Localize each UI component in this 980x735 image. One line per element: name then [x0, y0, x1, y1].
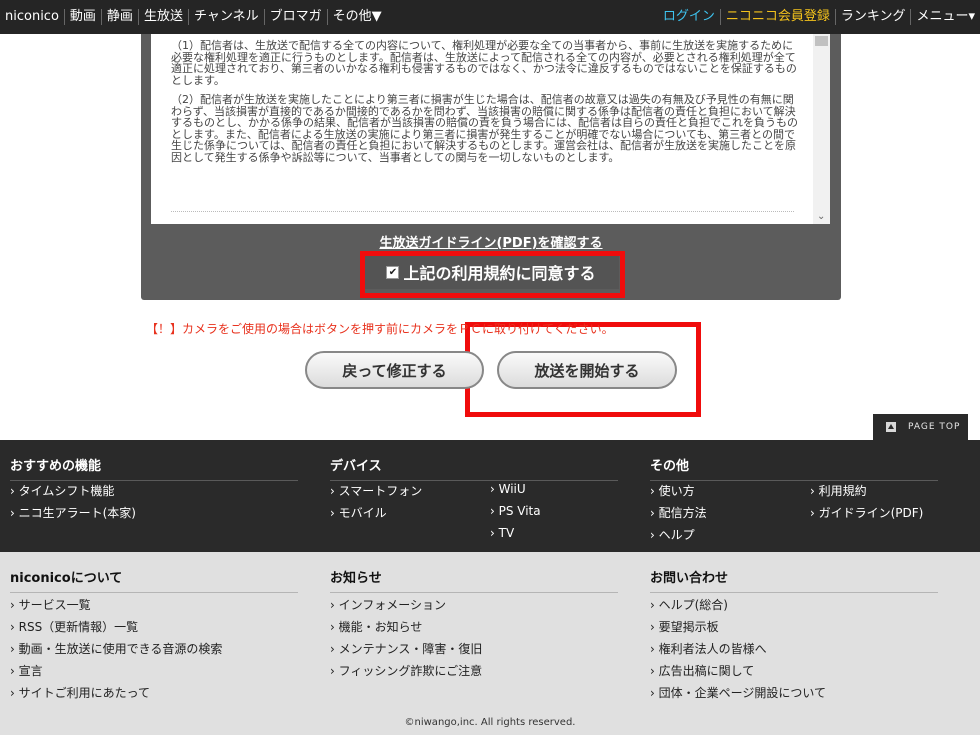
terms-text: （1）配信者は、生放送で配信する全ての内容について、権利処理が必要な全ての当事者… [151, 34, 830, 163]
global-nav-left: niconico 動画 静画 生放送 チャンネル ブロマガ その他▼ [0, 0, 387, 34]
footer-link-howto[interactable]: › 使い方 [650, 482, 695, 499]
footer-link-guideline-pdf[interactable]: › ガイドライン(PDF) [810, 504, 923, 521]
page-top-label: PAGE TOP [908, 422, 961, 432]
footer-link-maintenance[interactable]: › メンテナンス・障害・復旧 [330, 640, 482, 657]
footer-link-request-board[interactable]: › 要望掲示板 [650, 618, 719, 635]
nav-seiga[interactable]: 静画 [100, 9, 138, 25]
scrollbar-thumb[interactable] [815, 36, 828, 46]
footer-link-smartphone[interactable]: › スマートフォン [330, 482, 422, 499]
start-broadcast-button[interactable]: 放送を開始する [497, 351, 677, 389]
nav-login[interactable]: ログイン [658, 9, 720, 25]
nav-blomaga[interactable]: ブロマガ [263, 9, 327, 25]
footer-heading-recommended: おすすめの機能 [10, 455, 298, 481]
terms-paragraph-2: （2）配信者が生放送を実施したことにより第三者に損害が生じた場合は、配信者の故意… [171, 93, 798, 164]
footer-link-rss[interactable]: › RSS（更新情報）一覧 [10, 618, 138, 635]
nav-menu[interactable]: メニュー▾ [910, 9, 980, 25]
footer-link-declaration[interactable]: › 宣言 [10, 662, 43, 679]
footer-heading-news: お知らせ [330, 567, 618, 593]
footer-link-terms[interactable]: › 利用規約 [810, 482, 867, 499]
footer-link-tv[interactable]: › TV [490, 526, 514, 540]
nav-ranking[interactable]: ランキング [834, 9, 911, 25]
footer-link-mobile[interactable]: › モバイル [330, 504, 387, 521]
footer-heading-about: niconicoについて [10, 567, 298, 593]
terms-divider [171, 211, 794, 212]
global-nav-right: ログイン ニコニコ会員登録 ランキング メニュー▾ [658, 0, 980, 34]
footer-heading-device: デバイス [330, 455, 618, 481]
footer-col-device: デバイス [330, 455, 618, 481]
scroll-down-arrow-icon[interactable]: ⌄ [817, 211, 825, 222]
arrow-up-icon [886, 422, 896, 432]
footer-features: おすすめの機能 › タイムシフト機能 › ニコ生アラート(本家) デバイス › … [0, 440, 980, 552]
footer-link-site-usage[interactable]: › サイトご利用にあたって [10, 684, 150, 701]
footer-link-wiiu[interactable]: › WiiU [490, 482, 526, 496]
footer-heading-other: その他 [650, 455, 938, 481]
footer-link-services[interactable]: › サービス一覧 [10, 596, 91, 613]
nav-video[interactable]: 動画 [63, 9, 101, 25]
footer-col-recommended: おすすめの機能 [10, 455, 298, 481]
guideline-pdf-link[interactable]: 生放送ガイドライン(PDF)を確認する [141, 232, 841, 251]
footer-link-company-page[interactable]: › 団体・企業ページ開設について [650, 684, 826, 701]
footer-heading-contact: お問い合わせ [650, 567, 938, 593]
footer-link-advertising[interactable]: › 広告出稿に関して [650, 662, 754, 679]
footer-link-broadcast-method[interactable]: › 配信方法 [650, 504, 707, 521]
nav-live[interactable]: 生放送 [137, 9, 188, 25]
camera-warning: 【！】カメラをご使用の場合はボタンを押す前にカメラをＰＣに取り付けてください。 [146, 322, 614, 336]
nav-others-menu[interactable]: その他▼ [326, 9, 387, 25]
footer-link-help[interactable]: › ヘルプ [650, 526, 695, 543]
footer-link-alert[interactable]: › ニコ生アラート(本家) [10, 504, 136, 521]
footer-link-psvita[interactable]: › PS Vita [490, 504, 541, 518]
back-edit-button[interactable]: 戻って修正する [305, 351, 484, 389]
footer-link-help-general[interactable]: › ヘルプ(総合) [650, 596, 728, 613]
footer-link-feature-news[interactable]: › 機能・お知らせ [330, 618, 422, 635]
footer-link-timeshift[interactable]: › タイムシフト機能 [10, 482, 114, 499]
terms-paragraph-1: （1）配信者は、生放送で配信する全ての内容について、権利処理が必要な全ての当事者… [171, 39, 797, 87]
global-nav-bar: niconico 動画 静画 生放送 チャンネル ブロマガ その他▼ ログイン … [0, 0, 980, 34]
footer-col-contact: お問い合わせ [650, 567, 938, 593]
terms-scrollbar[interactable]: ⌄ [813, 34, 830, 224]
footer-col-about: niconicoについて [10, 567, 298, 593]
footer-info: niconicoについて › サービス一覧 › RSS（更新情報）一覧 › 動画… [0, 552, 980, 735]
footer-col-news: お知らせ [330, 567, 618, 593]
copyright: ©niwango,inc. All rights reserved. [404, 717, 576, 728]
footer-link-rights-holders[interactable]: › 権利者法人の皆様へ [650, 640, 767, 657]
terms-scroll-box[interactable]: （1）配信者は、生放送で配信する全ての内容について、権利処理が必要な全ての当事者… [151, 34, 830, 224]
nav-niconico[interactable]: niconico [0, 9, 64, 25]
page-top-button[interactable]: PAGE TOP [873, 414, 968, 440]
footer-link-phishing[interactable]: › フィッシング詐欺にご注意 [330, 662, 482, 679]
nav-channel[interactable]: チャンネル [187, 9, 264, 25]
footer-col-other: その他 [650, 455, 938, 481]
highlight-agree-box [360, 251, 625, 298]
footer-link-information[interactable]: › インフォメーション [330, 596, 446, 613]
nav-member-register[interactable]: ニコニコ会員登録 [719, 9, 835, 25]
footer-link-sound-search[interactable]: › 動画・生放送に使用できる音源の検索 [10, 640, 222, 657]
